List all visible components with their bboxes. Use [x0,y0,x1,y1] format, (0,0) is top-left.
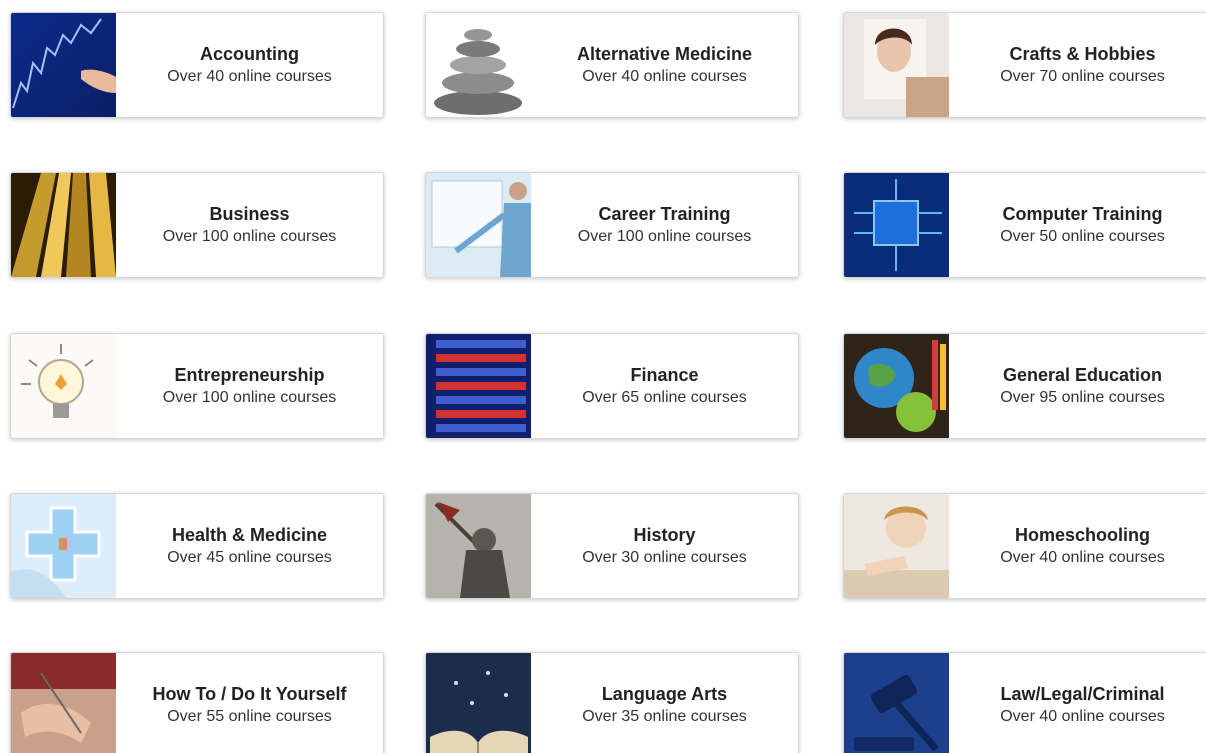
category-card-how-to-diy[interactable]: How To / Do It Yourself Over 55 online c… [10,652,384,753]
category-course-count: Over 65 online courses [582,388,747,406]
category-card-general-education[interactable]: General Education Over 95 online courses [843,333,1206,439]
category-course-count: Over 100 online courses [162,388,337,406]
category-title: Entrepreneurship [174,364,325,385]
category-course-count: Over 50 online courses [1000,227,1165,245]
stacked-stones-image [426,13,531,117]
category-title: Business [209,203,290,224]
category-title: Language Arts [601,683,728,704]
category-course-count: Over 40 online courses [1000,707,1165,725]
category-course-count: Over 70 online courses [1000,67,1165,85]
category-course-count: Over 35 online courses [582,707,747,725]
category-card-finance[interactable]: Finance Over 65 online courses [425,333,799,439]
category-title: Health & Medicine [171,524,328,545]
open-book-letters-image [426,653,531,753]
category-title: Accounting [200,43,299,64]
category-title: Computer Training [1002,203,1163,224]
course-categories-grid: Accounting Over 40 online courses Altern… [0,0,1206,753]
knight-statue-image [426,494,531,598]
child-writing-image [844,494,949,598]
medical-cross-image [11,494,116,598]
category-card-health-medicine[interactable]: Health & Medicine Over 45 online courses [10,493,384,599]
painting-portrait-image [844,13,949,117]
category-title: How To / Do It Yourself [152,683,347,704]
category-card-alternative-medicine[interactable]: Alternative Medicine Over 40 online cour… [425,12,799,118]
gavel-image [844,653,949,753]
category-course-count: Over 100 online courses [577,227,752,245]
category-card-history[interactable]: History Over 30 online courses [425,493,799,599]
category-title: History [633,524,696,545]
category-card-business[interactable]: Business Over 100 online courses [10,172,384,278]
category-card-career-training[interactable]: Career Training Over 100 online courses [425,172,799,278]
presenter-whiteboard-image [426,173,531,277]
category-card-computer-training[interactable]: Computer Training Over 50 online courses [843,172,1206,278]
category-card-language-arts[interactable]: Language Arts Over 35 online courses [425,652,799,753]
category-course-count: Over 40 online courses [167,67,332,85]
category-card-homeschooling[interactable]: Homeschooling Over 40 online courses [843,493,1206,599]
stock-ticker-image [426,334,531,438]
category-title: General Education [1002,364,1163,385]
category-course-count: Over 100 online courses [162,227,337,245]
category-course-count: Over 40 online courses [1000,548,1165,566]
category-card-law-legal-criminal[interactable]: Law/Legal/Criminal Over 40 online course… [843,652,1206,753]
category-course-count: Over 30 online courses [582,548,747,566]
category-course-count: Over 55 online courses [167,707,332,725]
light-bulb-image [11,334,116,438]
category-card-crafts-hobbies[interactable]: Crafts & Hobbies Over 70 online courses [843,12,1206,118]
category-course-count: Over 95 online courses [1000,388,1165,406]
category-title: Alternative Medicine [576,43,753,64]
circuit-chip-image [844,173,949,277]
category-title: Career Training [598,203,731,224]
accounting-chart-image [11,13,116,117]
skyscraper-image [11,173,116,277]
globe-apple-image [844,334,949,438]
category-title: Finance [630,364,699,385]
category-title: Law/Legal/Criminal [1000,683,1165,704]
category-title: Homeschooling [1014,524,1150,545]
category-card-accounting[interactable]: Accounting Over 40 online courses [10,12,384,118]
category-title: Crafts & Hobbies [1009,43,1156,64]
category-course-count: Over 40 online courses [582,67,747,85]
sewing-hands-image [11,653,116,753]
category-course-count: Over 45 online courses [167,548,332,566]
category-card-entrepreneurship[interactable]: Entrepreneurship Over 100 online courses [10,333,384,439]
